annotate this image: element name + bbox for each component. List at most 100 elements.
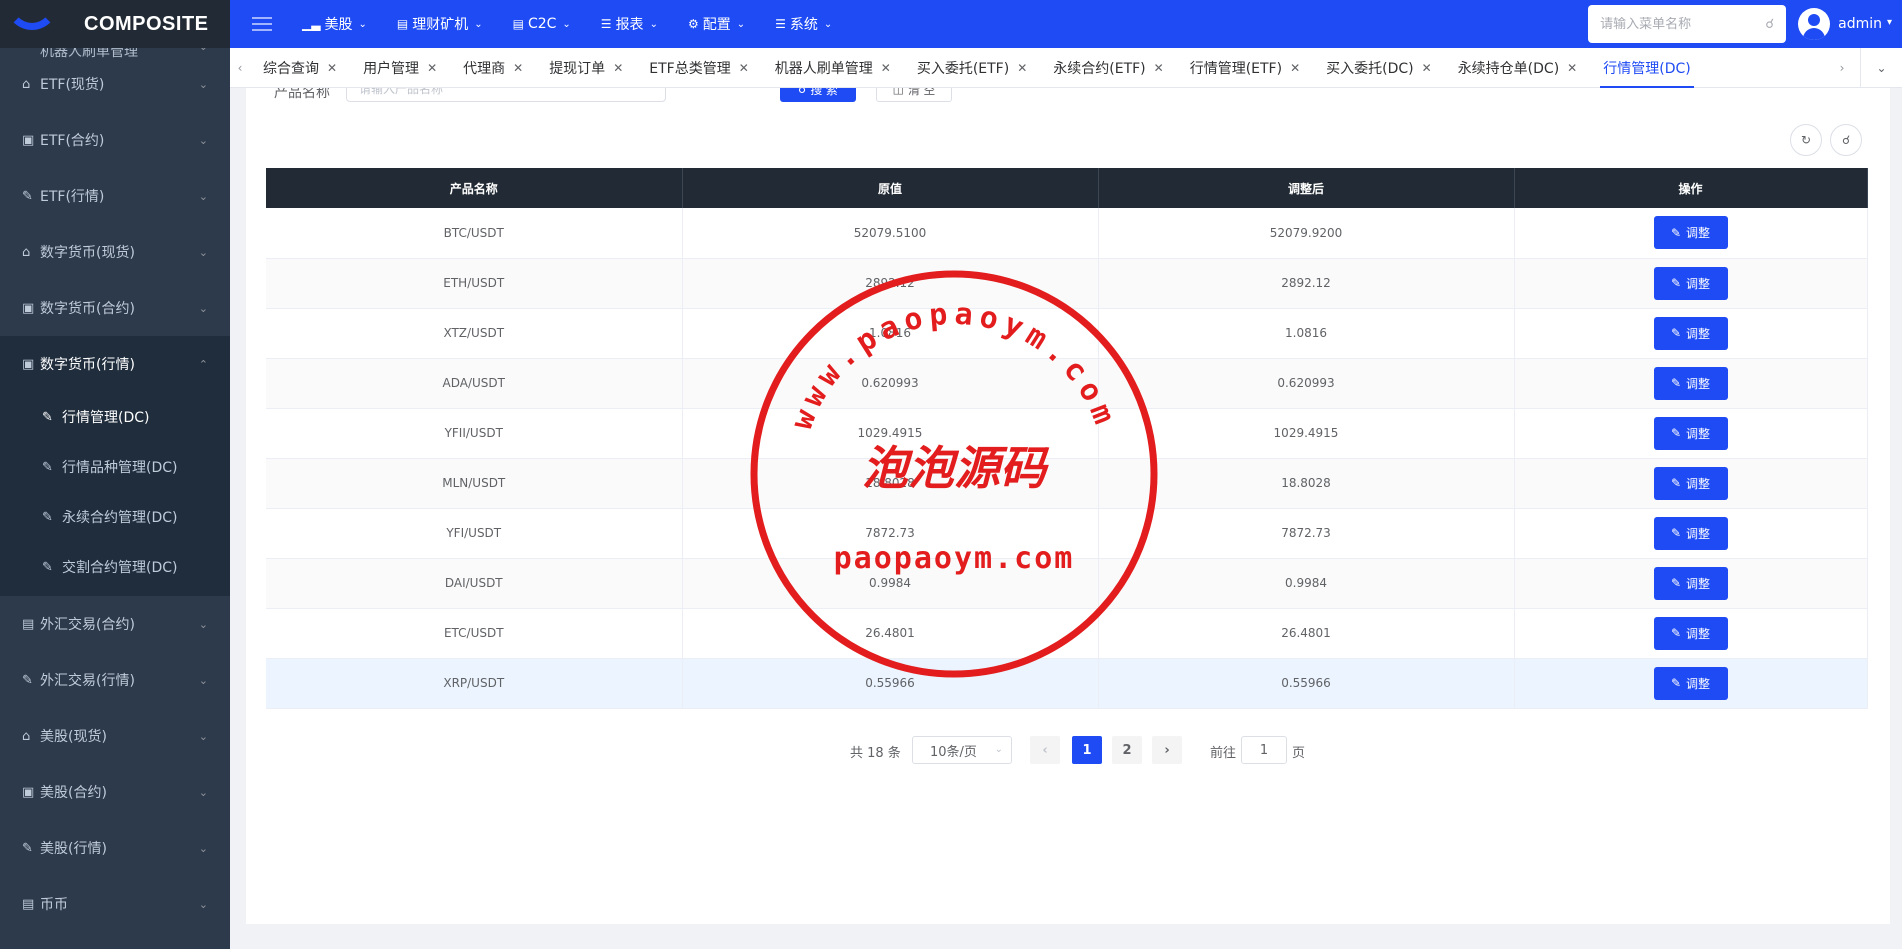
tab[interactable]: 提现订单 ✕ [536, 48, 636, 88]
page-button-2[interactable]: 2 [1112, 736, 1142, 764]
clear-button[interactable]: ◫ 清 空 [876, 88, 952, 102]
adjust-button[interactable]: ✎ 调整 [1653, 516, 1728, 550]
refresh-icon[interactable]: ↻ [1790, 124, 1822, 156]
tab[interactable]: 永续合约(ETF) ✕ [1040, 48, 1176, 88]
sidebar-subitem[interactable]: ✎ 行情品种管理(DC) [0, 442, 230, 492]
sidebar-subitem[interactable]: ✎ 行情管理(DC) [0, 392, 230, 442]
sidebar-item[interactable]: ▤ 币币 ⌄ [0, 876, 230, 932]
close-icon[interactable]: ✕ [327, 61, 337, 75]
sidebar-item[interactable]: ▣ 美股(合约) ⌄ [0, 764, 230, 820]
menu-search-input[interactable] [1600, 16, 1766, 32]
sidebar-item[interactable]: ⌂ ETF(现货) ⌄ [0, 56, 230, 112]
close-icon[interactable]: ✕ [739, 61, 749, 75]
edit-icon: ✎ [1670, 576, 1682, 590]
chevron-down-icon: ⌄ [736, 18, 746, 30]
next-page-button[interactable]: › [1152, 736, 1182, 764]
chevron-down-icon: ⌄ [198, 785, 208, 799]
close-icon[interactable]: ✕ [613, 61, 623, 75]
close-icon[interactable]: ✕ [1422, 61, 1432, 75]
tab[interactable]: 用户管理 ✕ [350, 48, 450, 88]
adjust-button[interactable]: ✎ 调整 [1653, 216, 1728, 250]
adjust-button[interactable]: ✎ 调整 [1653, 566, 1728, 600]
sidebar-item[interactable]: ▣ ETF(合约) ⌄ [0, 112, 230, 168]
tab[interactable]: 行情管理(ETF) ✕ [1177, 48, 1313, 88]
top-menu-item[interactable]: ☰ 报表 ⌄ [601, 14, 658, 34]
username[interactable]: admin [1838, 16, 1882, 32]
sidebar-subitem[interactable]: ✎ 永续合约管理(DC) [0, 492, 230, 542]
prev-page-button[interactable]: ‹ [1030, 736, 1060, 764]
top-menu-item[interactable]: ⚙ 配置 ⌄ [688, 14, 745, 34]
cell-original: 0.620993 [682, 358, 1099, 409]
tab[interactable]: 行情管理(DC) [1590, 48, 1703, 88]
doc-icon: ▤ [22, 896, 35, 912]
sidebar-item[interactable]: ✎ ETF(行情) ⌄ [0, 168, 230, 224]
close-icon[interactable]: ✕ [513, 61, 523, 75]
avatar[interactable] [1798, 8, 1831, 40]
tab-dropdown-icon[interactable]: ⌄ [1860, 48, 1902, 88]
hamburger-icon[interactable] [252, 17, 272, 31]
table-row: YFI/USDT 7872.73 7872.73 ✎ 调整 [266, 508, 1868, 559]
search-button[interactable]: ☌ 搜 索 [780, 88, 856, 102]
page-button-1[interactable]: 1 [1072, 736, 1102, 764]
cell-product: YFI/USDT [266, 508, 683, 559]
edit-icon: ✎ [42, 409, 53, 425]
chevron-down-icon[interactable]: ▾ [1887, 17, 1892, 28]
sidebar-item-dc-market[interactable]: ▣ 数字货币(行情) ⌃ [0, 336, 230, 392]
top-menu-item[interactable]: ▤ C2C ⌄ [513, 14, 571, 34]
search-toggle-icon[interactable]: ☌ [1830, 124, 1862, 156]
tab[interactable]: 买入委托(ETF) ✕ [904, 48, 1040, 88]
cell-adjusted: 0.55966 [1098, 658, 1515, 709]
chevron-down-icon: ⌄ [198, 189, 208, 203]
tab[interactable]: 综合查询 ✕ [250, 48, 350, 88]
top-menu-item[interactable]: ▁▃ 美股 ⌄ [302, 14, 367, 34]
adjust-button[interactable]: ✎ 调整 [1653, 316, 1728, 350]
adjust-button[interactable]: ✎ 调整 [1653, 666, 1728, 700]
cell-adjusted: 1.0816 [1098, 308, 1515, 359]
tab[interactable]: 买入委托(DC) ✕ [1313, 48, 1445, 88]
adjust-button[interactable]: ✎ 调整 [1653, 466, 1728, 500]
sidebar-item[interactable]: ✎ 外汇交易(行情) ⌄ [0, 652, 230, 708]
adjust-button[interactable]: ✎ 调整 [1653, 366, 1728, 400]
product-name-input[interactable] [346, 88, 666, 102]
top-menu-item[interactable]: ☰ 系统 ⌄ [775, 14, 832, 34]
sidebar-subitem[interactable]: ✎ 交割合约管理(DC) [0, 542, 230, 592]
sidebar-item-robot-partial[interactable]: 机器人刷单管理 ⌄ [0, 48, 230, 60]
tab[interactable]: ETF总类管理 ✕ [636, 48, 762, 88]
tab[interactable]: 永续持仓单(DC) ✕ [1445, 48, 1591, 88]
edit-icon: ✎ [22, 840, 33, 856]
adjust-button[interactable]: ✎ 调整 [1653, 616, 1728, 650]
edit-icon: ✎ [1670, 376, 1682, 390]
close-icon[interactable]: ✕ [1567, 61, 1577, 75]
close-icon[interactable]: ✕ [1017, 61, 1027, 75]
menu-search[interactable]: ☌ [1588, 5, 1787, 43]
cell-product: ETC/USDT [266, 608, 683, 659]
close-icon[interactable]: ✕ [881, 61, 891, 75]
adjust-button[interactable]: ✎ 调整 [1653, 416, 1728, 450]
doc-icon: ▤ [396, 17, 409, 31]
tab[interactable]: 代理商 ✕ [450, 48, 536, 88]
page-size-select[interactable]: 10条/页 ⌄ [912, 736, 1012, 764]
tab[interactable]: 机器人刷单管理 ✕ [762, 48, 904, 88]
cell-action: ✎ 调整 [1514, 308, 1868, 359]
chevron-down-icon: ⌄ [562, 18, 571, 30]
adjust-button[interactable]: ✎ 调整 [1653, 266, 1728, 300]
tab-scroll-right-icon[interactable]: › [1832, 61, 1852, 75]
close-icon[interactable]: ✕ [427, 61, 437, 75]
sidebar-item[interactable]: ▤ 外汇交易(合约) ⌄ [0, 596, 230, 652]
sidebar-item[interactable]: ✎ 美股(行情) ⌄ [0, 820, 230, 876]
sidebar-item[interactable]: ▣ 数字货币(合约) ⌄ [0, 280, 230, 336]
close-icon[interactable]: ✕ [1154, 61, 1164, 75]
goto-page-input[interactable] [1241, 736, 1287, 764]
cell-action: ✎ 调整 [1514, 508, 1868, 559]
top-menu-item[interactable]: ▤ 理财矿机 ⌄ [397, 14, 483, 34]
pagination: 共 18 条 10条/页⌄ ‹ 1 2 › 前往 页 [246, 736, 1890, 766]
table-row: DAI/USDT 0.9984 0.9984 ✎ 调整 [266, 558, 1868, 609]
shop-icon: ⌂ [22, 244, 31, 260]
cell-action: ✎ 调整 [1514, 558, 1868, 609]
close-icon[interactable]: ✕ [1290, 61, 1300, 75]
tab-scroll-left-icon[interactable]: ‹ [230, 61, 250, 75]
sidebar-item[interactable]: ⌂ 数字货币(现货) ⌄ [0, 224, 230, 280]
cell-product: XRP/USDT [266, 658, 683, 709]
sidebar-item[interactable]: ⌂ 美股(现货) ⌄ [0, 708, 230, 764]
cell-product: XTZ/USDT [266, 308, 683, 359]
